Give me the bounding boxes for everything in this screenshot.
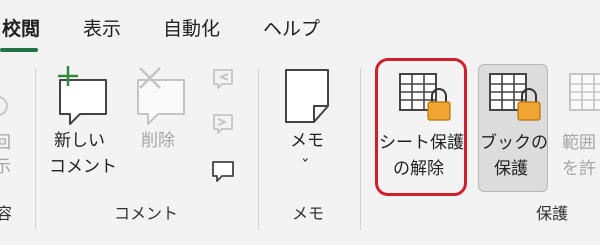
new-comment-icon (52, 64, 112, 130)
partial-button-label-1[interactable]: 回 (0, 130, 11, 156)
tab-help[interactable]: ヘルプ (263, 14, 320, 41)
tab-automate[interactable]: 自動化 (163, 14, 220, 41)
allow-edit-ranges-icon (568, 72, 600, 128)
partial-group-label: 容 (0, 204, 13, 223)
tab-view[interactable]: 表示 (83, 14, 121, 41)
new-comment-label-1[interactable]: 新しい (54, 128, 105, 154)
unprotect-sheet-label-2[interactable]: の解除 (393, 156, 444, 182)
group-separator (360, 68, 361, 230)
ribbon-tab-bar: 校閲 表示 自動化 ヘルプ (0, 0, 600, 58)
protect-workbook-icon (488, 72, 546, 128)
previous-comment-icon[interactable] (208, 66, 238, 98)
allow-edit-ranges-label-1[interactable]: 範囲 (562, 130, 596, 156)
protect-workbook-label-1[interactable]: ブックの (480, 130, 548, 156)
protect-workbook-label-2[interactable]: 保護 (494, 156, 528, 182)
group-separator (35, 68, 36, 230)
allow-edit-ranges-label-2[interactable]: を許 (562, 156, 596, 182)
tab-review[interactable]: 校閲 (2, 14, 40, 41)
comment-group-label: コメント (114, 204, 179, 223)
delete-comment-label[interactable]: 削除 (141, 128, 175, 154)
memo-group-label: メモ (292, 204, 325, 223)
memo-label[interactable]: メモ (290, 128, 324, 154)
partial-button-label-2[interactable]: 示 (0, 154, 11, 180)
delete-comment-icon (132, 64, 190, 130)
partial-button-icon (0, 92, 12, 122)
show-comments-icon[interactable] (208, 158, 238, 190)
group-separator (258, 68, 259, 230)
memo-dropdown-chevron-icon[interactable]: ˇ (301, 154, 310, 180)
new-comment-label-2[interactable]: コメント (49, 154, 117, 180)
active-tab-indicator (0, 48, 38, 52)
unprotect-sheet-label-1[interactable]: シート保護 (379, 130, 464, 156)
ribbon-review: 回 示 容 新しい コメント 削除 コメント メモ ˇ メモ シート保護 の解除… (0, 58, 600, 245)
protect-group-label: 保護 (536, 204, 569, 223)
memo-icon (282, 68, 332, 128)
next-comment-icon[interactable] (208, 111, 238, 143)
unprotect-sheet-icon (398, 72, 456, 128)
